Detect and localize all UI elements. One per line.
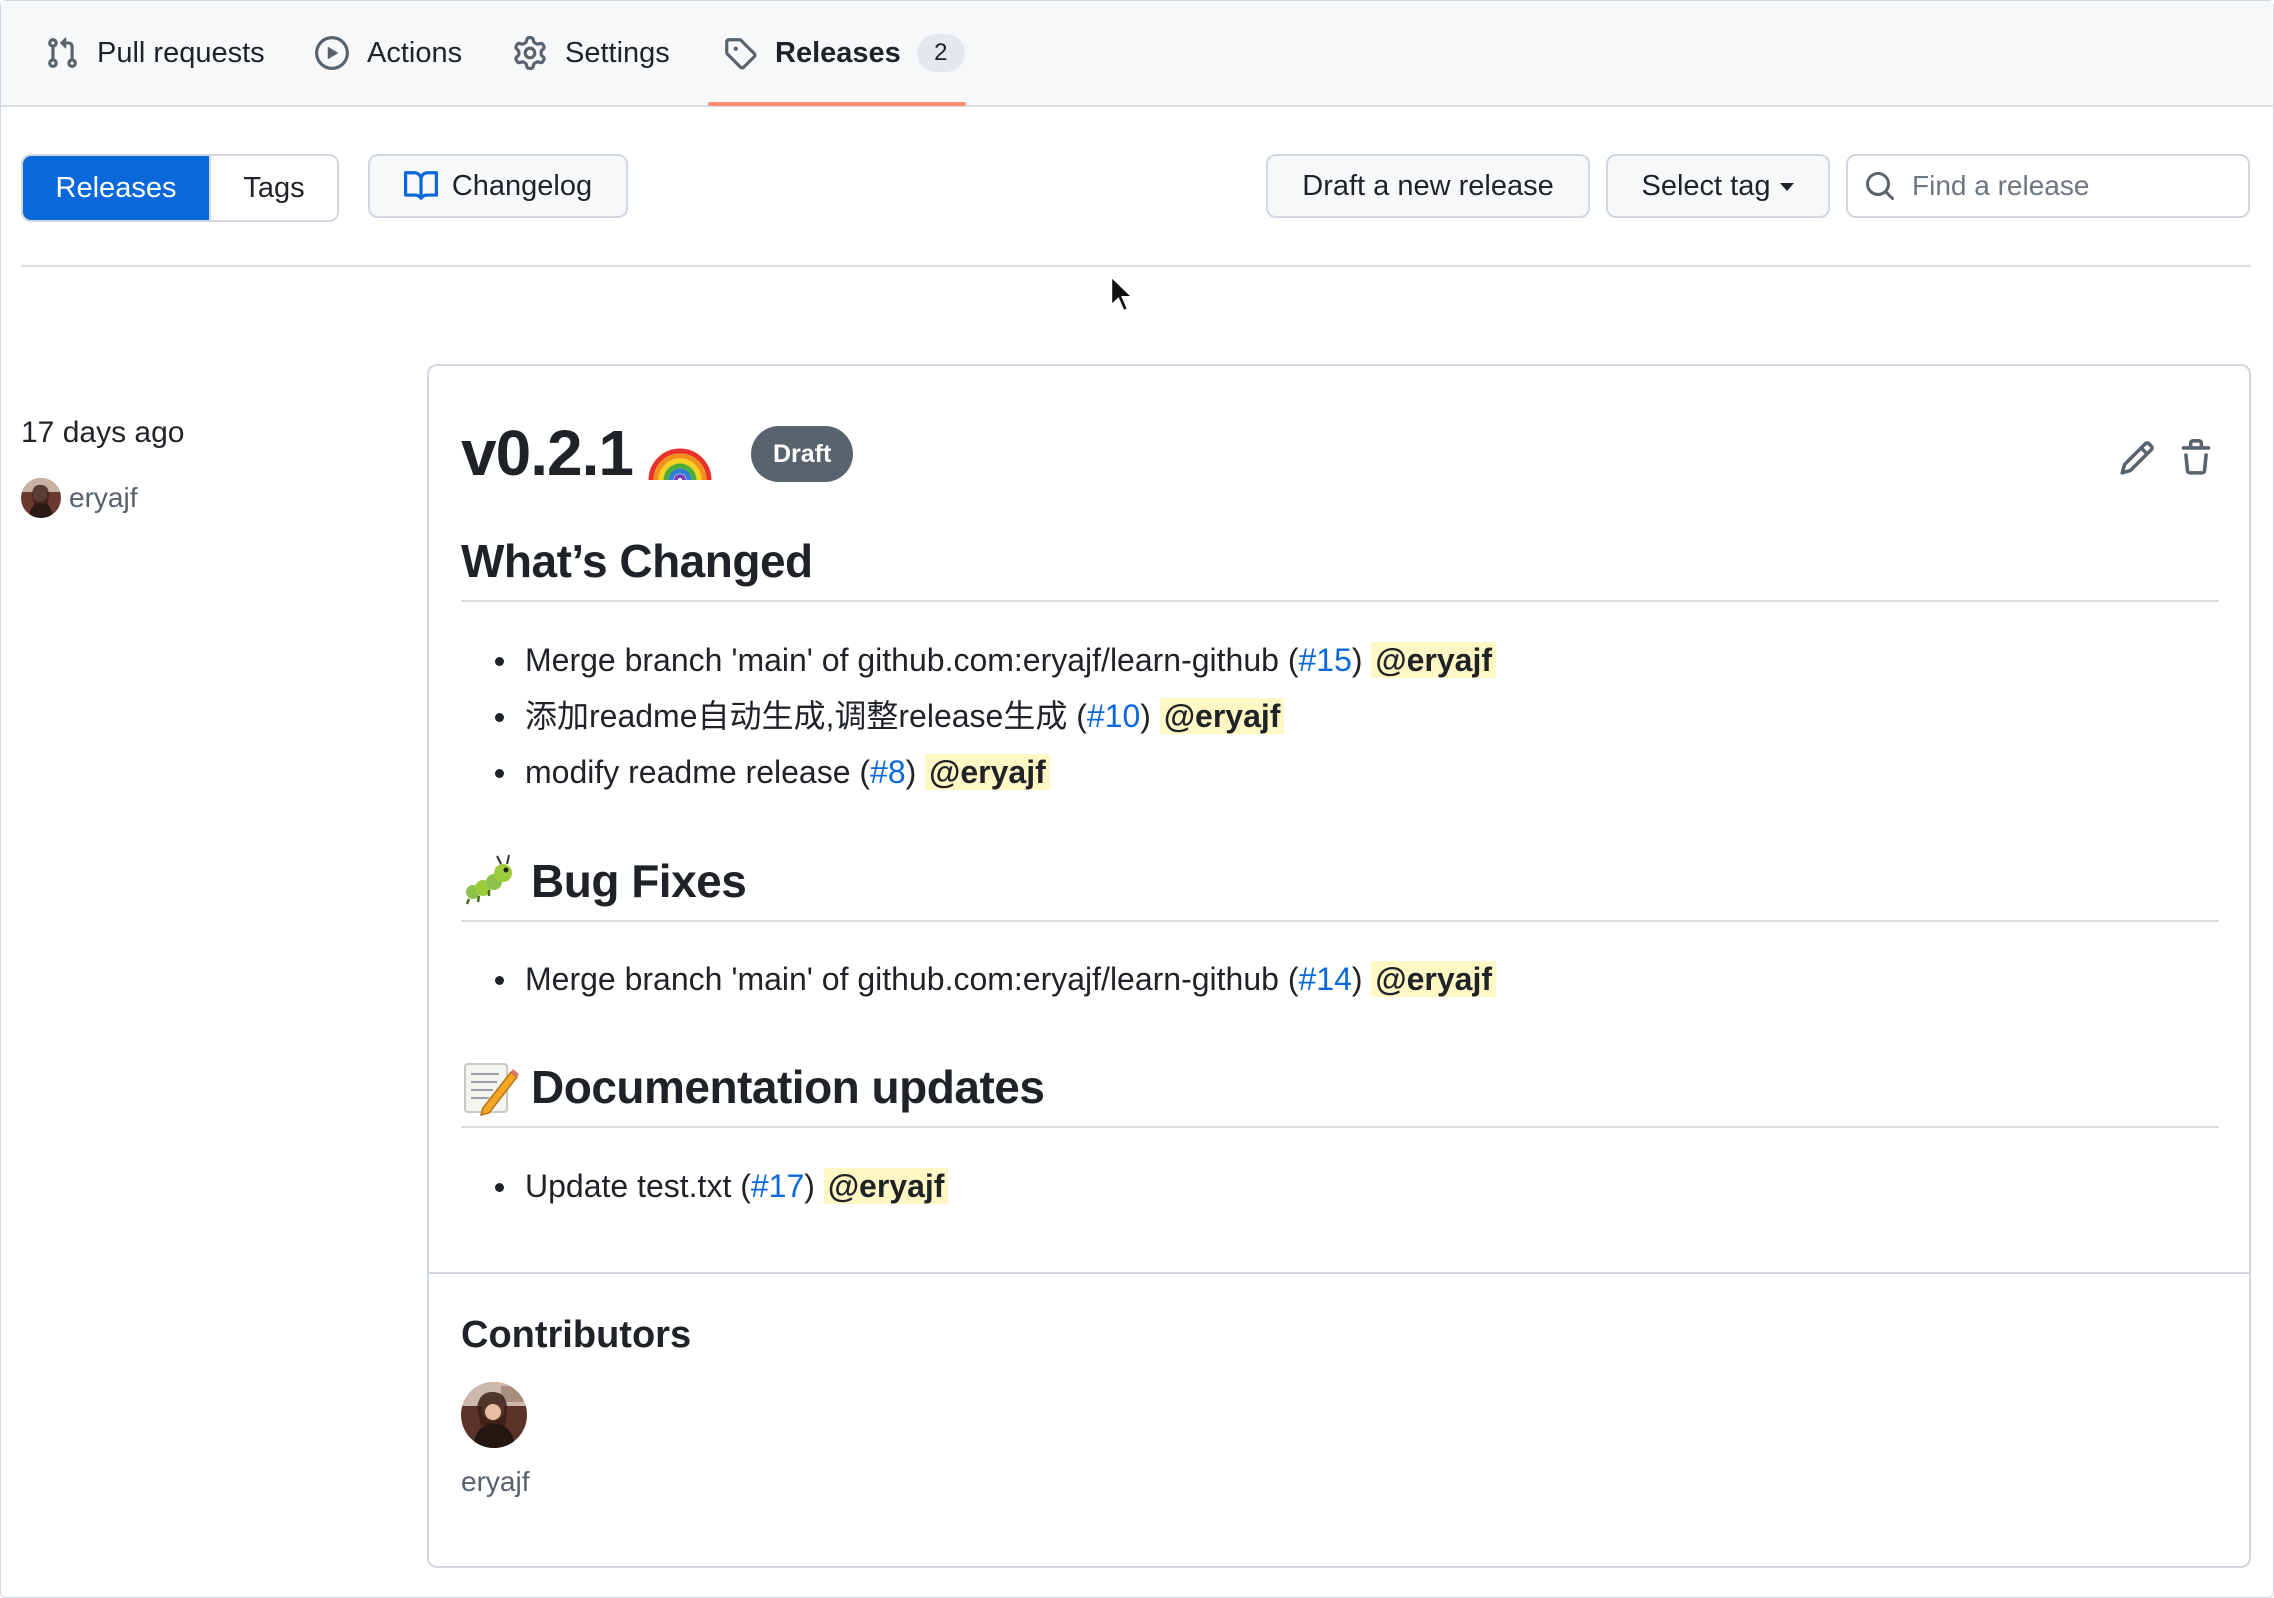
- mouse-cursor-icon: [1109, 274, 1136, 313]
- pr-link[interactable]: #17: [751, 1168, 804, 1204]
- tab-label: Pull requests: [97, 36, 265, 69]
- tab-label: Settings: [565, 36, 670, 69]
- find-release-search: [1846, 154, 2250, 218]
- user-mention[interactable]: @eryajf: [1159, 698, 1285, 734]
- bug-emoji-icon: [465, 854, 512, 905]
- changelog-button[interactable]: Changelog: [368, 154, 628, 218]
- whats-changed-list: Merge branch 'main' of github.com:eryajf…: [461, 632, 1497, 800]
- avatar: [21, 478, 61, 518]
- draft-new-release-label: Draft a new release: [1302, 169, 1554, 202]
- pr-link[interactable]: #8: [870, 754, 906, 790]
- list-item: Update test.txt (#17) @eryajf: [494, 1158, 949, 1214]
- user-mention[interactable]: @eryajf: [925, 754, 1050, 790]
- git-pull-request-icon: [48, 37, 77, 68]
- rainbow-emoji-icon: [648, 448, 712, 481]
- section-title: What’s Changed: [461, 535, 813, 587]
- list-item: modify readme release (#8) @eryajf: [494, 744, 1496, 800]
- tab-releases[interactable]: Releases 2: [723, 1, 965, 105]
- section-heading-documentation: Documentation updates: [461, 1052, 1045, 1122]
- bug-fixes-list: Merge branch 'main' of github.com:eryajf…: [461, 951, 1497, 1007]
- section-divider: [461, 600, 2219, 602]
- caret-down-icon: [1780, 183, 1795, 191]
- release-author[interactable]: eryajf: [21, 478, 137, 518]
- section-title: Bug Fixes: [531, 855, 747, 907]
- list-item: Merge branch 'main' of github.com:eryajf…: [494, 951, 1497, 1007]
- releases-tags-toggle: Releases Tags: [21, 154, 339, 222]
- pr-link[interactable]: #15: [1298, 642, 1351, 678]
- tab-label: Actions: [367, 36, 463, 69]
- section-divider: [461, 920, 2219, 922]
- tab-label: Releases: [775, 36, 901, 69]
- user-mention[interactable]: @eryajf: [823, 1168, 949, 1204]
- memo-emoji-icon: [464, 1063, 519, 1116]
- book-icon: [403, 171, 438, 200]
- draft-new-release-button[interactable]: Draft a new release: [1266, 154, 1590, 218]
- tab-settings[interactable]: Settings: [513, 1, 670, 105]
- contributors-divider: [429, 1272, 2249, 1274]
- author-name: eryajf: [69, 482, 138, 513]
- trash-delete-icon[interactable]: [2177, 438, 2215, 478]
- pr-link[interactable]: #14: [1298, 961, 1351, 997]
- user-mention[interactable]: @eryajf: [1371, 642, 1497, 678]
- play-icon: [315, 36, 349, 70]
- contributor-name[interactable]: eryajf: [461, 1466, 529, 1498]
- section-divider: [461, 1126, 2219, 1128]
- section-heading-bug-fixes: Bug Fixes: [461, 846, 747, 916]
- releases-count-badge: 2: [916, 34, 965, 72]
- tag-icon: [725, 38, 757, 70]
- tags-tab-button[interactable]: Tags: [209, 156, 337, 220]
- release-card: v0.2.1 Draft What’s Changed Merge branch…: [427, 364, 2251, 1568]
- releases-tab-button[interactable]: Releases: [23, 156, 209, 220]
- repo-nav: Pull requests Actions Settings Releases …: [1, 1, 2273, 107]
- contributors-heading: Contributors: [461, 1314, 692, 1356]
- release-version: v0.2.1: [461, 417, 634, 489]
- list-item: 添加readme自动生成,调整release生成 (#10) @eryajf: [494, 688, 1496, 744]
- section-heading-whats-changed: What’s Changed: [461, 526, 813, 596]
- active-tab-underline: [708, 102, 966, 106]
- pr-link[interactable]: #10: [1087, 698, 1140, 734]
- pencil-edit-icon[interactable]: [2118, 438, 2156, 478]
- user-mention[interactable]: @eryajf: [1371, 961, 1497, 997]
- release-time-ago: 17 days ago: [21, 416, 185, 449]
- select-tag-dropdown[interactable]: Select tag: [1606, 154, 1830, 218]
- select-tag-label: Select tag: [1641, 169, 1771, 202]
- documentation-list: Update test.txt (#17) @eryajf: [461, 1158, 949, 1214]
- contributor-avatar[interactable]: [461, 1382, 527, 1448]
- section-title: Documentation updates: [531, 1061, 1045, 1113]
- tab-pull-requests[interactable]: Pull requests: [45, 1, 265, 105]
- toolbar-divider: [21, 265, 2251, 267]
- tab-actions[interactable]: Actions: [315, 1, 462, 105]
- list-item: Merge branch 'main' of github.com:eryajf…: [494, 632, 1497, 688]
- search-icon: [1866, 172, 1895, 201]
- gear-icon: [514, 36, 546, 70]
- release-title[interactable]: v0.2.1: [461, 416, 713, 490]
- changelog-label: Changelog: [451, 169, 593, 202]
- find-release-input[interactable]: [1912, 170, 2232, 202]
- draft-status-badge: Draft: [751, 426, 854, 482]
